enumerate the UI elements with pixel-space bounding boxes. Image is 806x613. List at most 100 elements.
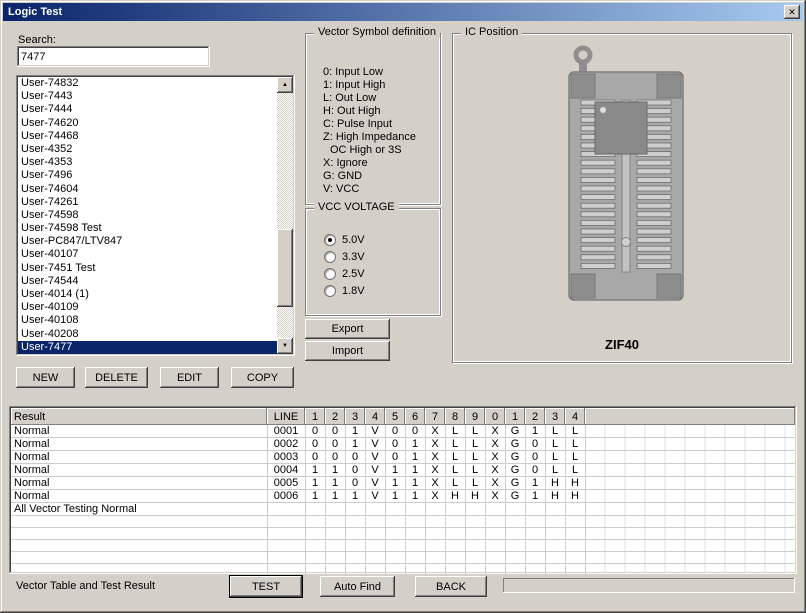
scrollbar-thumb[interactable] [277, 229, 293, 307]
result-row: Normal0004110V11XLLXG0LL [11, 464, 795, 477]
device-list-item[interactable]: User-40208 [18, 328, 277, 341]
column-header-pin-2[interactable]: 2 [325, 408, 345, 425]
pin-cell [545, 503, 565, 516]
device-list-item[interactable]: User-74604 [18, 183, 277, 196]
pin-cell: 1 [345, 490, 365, 503]
column-header-pin-7[interactable]: 7 [425, 408, 445, 425]
device-list-item[interactable]: User-40107 [18, 248, 277, 261]
scroll-up-button[interactable]: ▲ [277, 77, 293, 93]
device-list-item[interactable]: User-74620 [18, 117, 277, 130]
device-list-item[interactable]: User-7496 [18, 169, 277, 182]
device-list-item[interactable]: User-7477 [18, 341, 277, 354]
test-button[interactable]: TEST [230, 576, 302, 597]
vcc-option[interactable]: 2.5V [324, 265, 365, 282]
device-list-item[interactable]: User-74544 [18, 275, 277, 288]
device-list-item[interactable]: User-74832 [18, 77, 277, 90]
pin-cell [365, 552, 385, 564]
column-header-pin-9[interactable]: 9 [465, 408, 485, 425]
column-header-pin-8[interactable]: 8 [445, 408, 465, 425]
filler-cell [585, 425, 795, 438]
device-list-item[interactable]: User-7444 [18, 103, 277, 116]
pin-cell [385, 516, 405, 528]
pin-cell [405, 503, 425, 516]
column-header-pin-14[interactable]: 4 [565, 408, 585, 425]
column-header-line[interactable]: LINE [267, 408, 305, 425]
pin-cell [545, 564, 565, 575]
column-header-pin-6[interactable]: 6 [405, 408, 425, 425]
import-button[interactable]: Import [305, 341, 390, 361]
vector-symbol-line: Z: High Impedance [323, 131, 436, 144]
pin-cell [445, 516, 465, 528]
radio-button[interactable] [324, 285, 336, 297]
ic-chip-graphic [595, 102, 647, 154]
vector-symbol-line: H: Out High [323, 105, 436, 118]
result-row: Normal0001001V00XLLXG1LL [11, 425, 795, 438]
device-list-item[interactable]: User-7451 Test [18, 262, 277, 275]
copy-button[interactable]: COPY [231, 367, 294, 388]
device-list-item[interactable]: User-74598 [18, 209, 277, 222]
column-header-pin-5[interactable]: 5 [385, 408, 405, 425]
pin-cell [325, 552, 345, 564]
edit-button[interactable]: EDIT [160, 367, 219, 388]
device-list-item[interactable]: User-4353 [18, 156, 277, 169]
device-list-item[interactable]: User-4352 [18, 143, 277, 156]
pin-cell: 1 [405, 438, 425, 451]
new-button[interactable]: NEW [16, 367, 75, 388]
pin-cell: L [445, 425, 465, 438]
pin-cell [365, 503, 385, 516]
column-header-pin-3[interactable]: 3 [345, 408, 365, 425]
radio-label: 5.0V [342, 234, 365, 246]
close-button[interactable]: ✕ [784, 5, 800, 19]
device-list-item[interactable]: User-74468 [18, 130, 277, 143]
logic-test-window: Logic Test ✕ Search: User-74832User-7443… [0, 0, 806, 613]
pin-cell [345, 564, 365, 575]
list-scrollbar[interactable]: ▲ ▼ [277, 77, 293, 354]
search-input[interactable] [17, 46, 210, 67]
vcc-option[interactable]: 5.0V [324, 231, 365, 248]
column-header-pin-10[interactable]: 0 [485, 408, 505, 425]
result-row: Normal0005110V11XLLXG1HH [11, 477, 795, 490]
auto-find-button[interactable]: Auto Find [320, 576, 395, 597]
pin-cell: X [425, 490, 445, 503]
device-list-item[interactable]: User-PC847/LTV847 [18, 235, 277, 248]
device-list-item[interactable]: User-7443 [18, 90, 277, 103]
device-list-item[interactable]: User-74598 Test [18, 222, 277, 235]
titlebar[interactable]: Logic Test ✕ [3, 3, 803, 21]
radio-button[interactable] [324, 251, 336, 263]
radio-button[interactable] [324, 234, 336, 246]
column-header-pin-11[interactable]: 1 [505, 408, 525, 425]
pin-cell [325, 540, 345, 552]
pin-cell: V [365, 451, 385, 464]
vcc-option[interactable]: 1.8V [324, 282, 365, 299]
radio-button[interactable] [324, 268, 336, 280]
filler-cell [585, 477, 795, 490]
pin-cell: L [445, 477, 465, 490]
back-button[interactable]: BACK [415, 576, 487, 597]
vcc-option[interactable]: 3.3V [324, 248, 365, 265]
device-list-item[interactable]: User-74261 [18, 196, 277, 209]
vector-symbol-line: C: Pulse Input [323, 118, 436, 131]
pin-cell: X [425, 425, 445, 438]
device-list-item[interactable]: User-40108 [18, 314, 277, 327]
pin-cell [325, 564, 345, 575]
device-list-item[interactable]: User-4014 (1) [18, 288, 277, 301]
line-cell: 0006 [267, 490, 305, 503]
export-button[interactable]: Export [305, 319, 390, 339]
line-cell [267, 564, 305, 575]
column-header-result[interactable]: Result [11, 408, 267, 425]
column-header-pin-13[interactable]: 3 [545, 408, 565, 425]
column-header-pin-4[interactable]: 4 [365, 408, 385, 425]
device-list-item[interactable]: User-40109 [18, 301, 277, 314]
pin-cell [365, 516, 385, 528]
vector-symbol-line: OC High or 3S [323, 144, 436, 157]
scroll-down-button[interactable]: ▼ [277, 338, 293, 354]
pin-cell [405, 516, 425, 528]
pin-cell: X [485, 425, 505, 438]
pin-cell: H [565, 477, 585, 490]
column-header-pin-12[interactable]: 2 [525, 408, 545, 425]
pin-cell [465, 516, 485, 528]
pin-cell [345, 516, 365, 528]
column-header-pin-1[interactable]: 1 [305, 408, 325, 425]
delete-button[interactable]: DELETE [85, 367, 148, 388]
pin-cell [545, 528, 565, 540]
